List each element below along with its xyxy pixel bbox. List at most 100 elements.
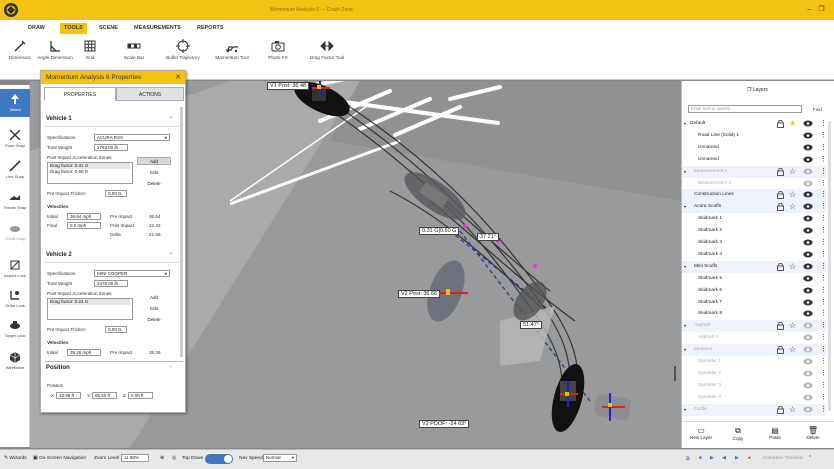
layer-row[interactable]: Construction Lines ☆ ⋮ — [682, 189, 827, 202]
v1-weight-input[interactable]: 2763.00 lb — [94, 144, 128, 151]
star-outline-icon[interactable]: ☆ — [789, 190, 796, 199]
v1-initial-input[interactable]: 36.64 mph — [67, 213, 101, 220]
layer-row[interactable]: Sprinkler 5 ⋮ — [682, 416, 827, 419]
layer-row[interactable]: Skidmark 7 ⋮ — [682, 297, 827, 309]
aspect-lock-button[interactable]: Aspect Lock — [0, 255, 30, 283]
top-down-toggle[interactable] — [205, 454, 233, 464]
expand-icon[interactable]: ⌃ — [808, 456, 812, 461]
v2-zones-list[interactable]: Drag factor: 0.24 G — [47, 298, 133, 320]
terrain-snap-button[interactable]: Terrain Snap — [0, 187, 30, 215]
more-options-icon[interactable]: ⋮ — [820, 273, 827, 285]
rewind-icon[interactable]: ◀ — [722, 456, 726, 461]
lock-icon[interactable] — [777, 262, 784, 271]
play-icon[interactable]: ▶ — [710, 456, 714, 461]
eye-icon[interactable] — [803, 406, 813, 413]
eye-icon[interactable] — [803, 120, 813, 127]
lock-icon[interactable] — [777, 120, 784, 128]
y-input[interactable]: 65.50 ft — [92, 392, 117, 399]
angle-dimension-tool-button[interactable]: Angle Dimension — [35, 39, 75, 60]
eye-icon[interactable] — [803, 203, 813, 210]
more-options-icon[interactable]: ⋮ — [820, 320, 827, 332]
menu-tab-tools[interactable]: TOOLS — [60, 23, 87, 34]
eye-icon[interactable] — [803, 322, 813, 329]
ortho-lock-button[interactable]: Ortho Lock — [0, 285, 30, 313]
eye-icon[interactable] — [803, 168, 813, 175]
v1-spec-select[interactable]: ACURA RSX ▾ — [94, 134, 170, 141]
layer-row[interactable]: Unnamed ⋮ — [682, 142, 827, 154]
eye-icon[interactable] — [803, 370, 813, 377]
layer-row[interactable]: Skidmark 1 ⋮ — [682, 213, 827, 225]
lock-icon[interactable] — [777, 322, 784, 331]
star-outline-icon[interactable]: ☆ — [789, 262, 796, 271]
line-snap-button[interactable]: Line Snap — [0, 156, 30, 184]
lock-icon[interactable] — [777, 203, 784, 212]
delete-layer-button[interactable]: 🗑 Delete — [800, 426, 826, 440]
more-options-icon[interactable]: ⋮ — [820, 130, 827, 142]
v2-spec-select[interactable]: MINI COOPER ▾ — [94, 270, 170, 277]
more-options-icon[interactable]: ⋮ — [820, 154, 827, 166]
maximize-button[interactable]: ❐ — [817, 6, 826, 14]
more-options-icon[interactable]: ⋮ — [820, 344, 827, 356]
target-lock-button[interactable]: Target Lock — [0, 315, 30, 343]
v1-zones-list[interactable]: Drag factor: 0.31 G Drag factor: 0.60 G — [47, 162, 133, 184]
layer-row[interactable]: Skidmark 6 ⋮ — [682, 285, 827, 297]
more-options-icon[interactable]: ⋮ — [820, 249, 827, 261]
eye-icon[interactable] — [803, 287, 813, 294]
collapse-chevron-icon[interactable]: ⌃ — [169, 116, 173, 122]
more-options-icon[interactable]: ⋮ — [820, 201, 827, 213]
drag-factor-tool-button[interactable]: Drag Factor Tool — [305, 39, 349, 60]
star-filled-icon[interactable]: ★ — [789, 119, 796, 128]
collapse-chevron-icon[interactable]: ⌃ — [169, 252, 173, 258]
fit-view-icon[interactable]: ⊕ — [160, 456, 164, 461]
tab-actions[interactable]: ACTIONS — [116, 87, 184, 101]
more-options-icon[interactable]: ⋮ — [820, 392, 827, 404]
layer-row[interactable]: ▾ Medians ☆ ⋮ — [682, 344, 827, 357]
eye-icon[interactable] — [803, 275, 813, 282]
more-options-icon[interactable]: ⋮ — [820, 404, 827, 416]
momentum-tool-button[interactable]: Momentum Tool — [212, 39, 252, 60]
layer-row[interactable]: ▾ Acura Scuffs ☆ ⋮ — [682, 201, 827, 214]
more-options-icon[interactable]: ⋮ — [820, 142, 827, 154]
scale-bar-tool-button[interactable]: Scale Bar — [114, 39, 154, 60]
layer-row[interactable]: ▾ Curbs ☆ ⋮ — [682, 403, 827, 416]
eye-icon[interactable] — [803, 358, 813, 365]
layer-row[interactable]: Road Line (Solid) 1 ⋮ — [682, 130, 827, 142]
eye-icon[interactable] — [803, 263, 813, 270]
eye-icon[interactable] — [803, 382, 813, 389]
more-options-icon[interactable]: ⋮ — [820, 380, 827, 392]
expand-caret-icon[interactable]: ▾ — [684, 118, 686, 130]
lock-icon[interactable] — [777, 346, 784, 355]
layer-row[interactable]: Sprinkler 3 ⋮ — [682, 380, 827, 392]
list-item[interactable]: Drag factor: 0.60 G — [50, 169, 130, 175]
menu-tab-measurements[interactable]: MEASUREMENTS — [130, 23, 185, 34]
select-tool-button[interactable]: Select — [0, 89, 30, 117]
more-options-icon[interactable]: ⋮ — [820, 237, 827, 249]
expand-caret-icon[interactable]: ▾ — [684, 201, 686, 213]
star-outline-icon[interactable]: ☆ — [789, 202, 796, 211]
lock-icon[interactable] — [777, 405, 784, 414]
minimize-button[interactable]: – — [805, 6, 814, 14]
point-snap-button[interactable]: Point Snap — [0, 125, 30, 153]
eye-icon[interactable] — [803, 191, 813, 198]
layer-row[interactable]: ▾ Default ★ ⋮ — [682, 118, 827, 130]
v2-edit-zone-button[interactable]: Edit — [137, 304, 171, 312]
grid-tool-button[interactable]: Grid — [70, 39, 110, 60]
more-options-icon[interactable]: ⋮ — [820, 213, 827, 225]
v2-friction-input[interactable]: 0.00 G — [105, 326, 127, 333]
timeline-icon[interactable]: ⧉ — [686, 456, 689, 462]
copy-layer-button[interactable]: ⧉ Copy — [725, 426, 751, 441]
eye-icon[interactable] — [803, 239, 813, 246]
layer-row[interactable]: Skidmark 2 ⋮ — [682, 225, 827, 237]
more-options-icon[interactable]: ⋮ — [820, 178, 827, 190]
more-options-icon[interactable]: ⋮ — [820, 261, 827, 273]
layer-row[interactable]: Sprinkler 2 ⋮ — [682, 368, 827, 380]
zoom-level-input[interactable]: 11.98% — [121, 454, 149, 462]
v1-delete-zone-button[interactable]: Delete — [137, 179, 171, 187]
layer-row[interactable]: Skidmark 8 ⋮ — [682, 308, 827, 320]
expand-caret-icon[interactable]: ▾ — [684, 404, 686, 416]
eye-icon[interactable] — [803, 180, 813, 187]
more-options-icon[interactable]: ⋮ — [820, 225, 827, 237]
bullet-trajectory-tool-button[interactable]: Bullet Trajectory — [163, 39, 203, 60]
star-outline-icon[interactable]: ☆ — [789, 321, 796, 330]
v2-weight-input[interactable]: 2476.00 lb — [94, 280, 128, 287]
